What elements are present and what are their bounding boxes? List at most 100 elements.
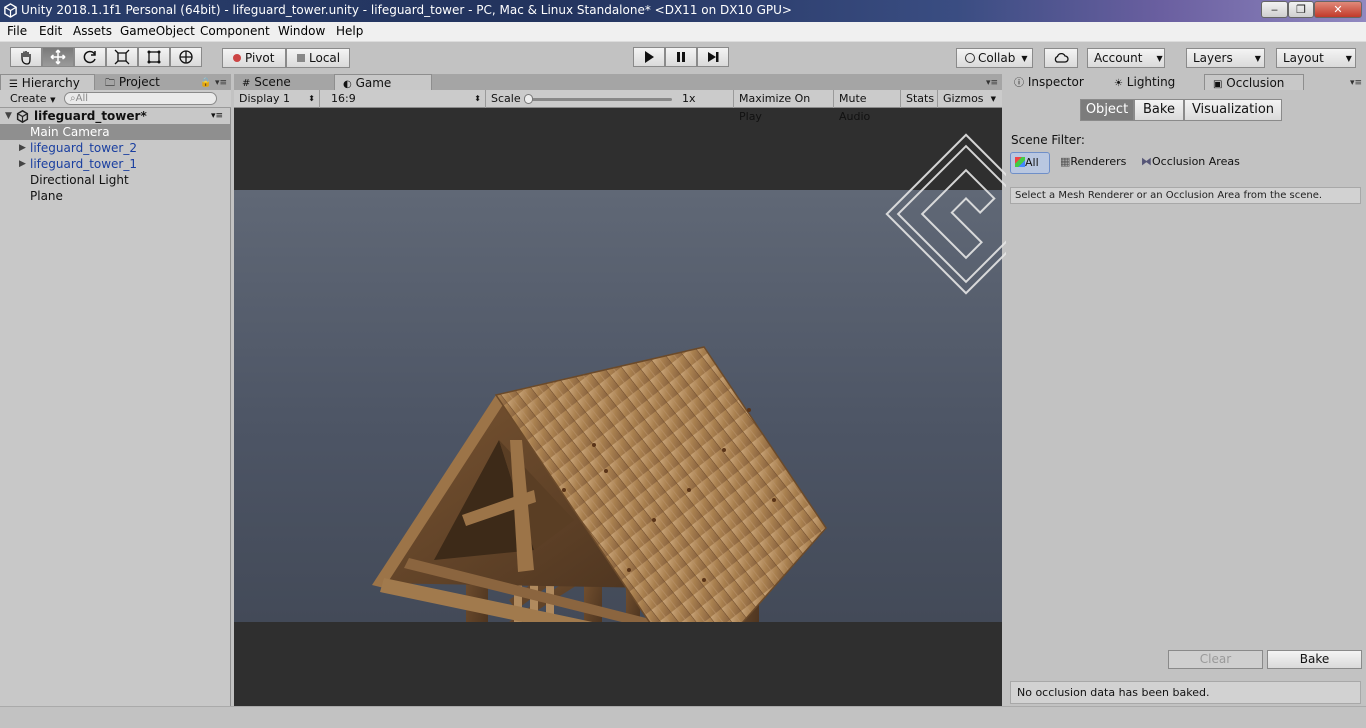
- layers-dropdown[interactable]: Layers ▼: [1186, 48, 1265, 68]
- unity-scene-icon: [16, 110, 29, 123]
- hierarchy-item-directional-light[interactable]: Directional Light: [0, 172, 231, 188]
- cloud-button[interactable]: [1044, 48, 1078, 68]
- hierarchy-item-plane[interactable]: Plane: [0, 188, 231, 204]
- filter-occlusion-areas-button[interactable]: ⧓Occlusion Areas: [1141, 152, 1249, 174]
- hierarchy-item-main-camera[interactable]: Main Camera: [0, 124, 231, 140]
- scene-options-icon[interactable]: ▾≡: [211, 108, 223, 124]
- move-arrows-icon: [50, 49, 66, 65]
- panel-menu-icon[interactable]: ▾≡: [215, 78, 227, 88]
- step-icon: [708, 52, 719, 62]
- pivot-button[interactable]: Pivot: [222, 48, 286, 68]
- stats-toggle[interactable]: Stats: [901, 90, 938, 108]
- bulb-icon: ☀: [1114, 78, 1123, 89]
- hierarchy-item-label: Plane: [30, 189, 63, 203]
- renderer-icon: ▦: [1060, 155, 1071, 168]
- local-button[interactable]: Local: [286, 48, 350, 68]
- rect-tool-button[interactable]: [138, 47, 170, 67]
- filter-occlusion-areas-label: Occlusion Areas: [1152, 155, 1240, 168]
- tab-game-label: Game: [355, 76, 392, 90]
- expand-arrow-icon[interactable]: ▶: [19, 156, 26, 172]
- layout-label: Layout: [1283, 51, 1324, 65]
- pivot-icon: [233, 54, 241, 62]
- step-button[interactable]: [697, 47, 729, 67]
- hierarchy-item-label: Main Camera: [30, 125, 110, 139]
- collab-check-icon: [965, 53, 975, 63]
- filter-all-button[interactable]: All: [1010, 152, 1050, 174]
- gizmos-label: Gizmos: [943, 92, 984, 105]
- tab-hierarchy-label: Hierarchy: [21, 76, 80, 90]
- occlusion-icon: ▣: [1213, 79, 1223, 90]
- gizmos-dropdown[interactable]: Gizmos ▼: [938, 90, 998, 108]
- cloud-icon: [1054, 52, 1069, 63]
- move-tool-button[interactable]: [42, 47, 74, 67]
- chevron-updown-icon: ⬍: [474, 94, 481, 103]
- create-dropdown[interactable]: Create ▼: [10, 92, 55, 106]
- hierarchy-search-input[interactable]: ⌕All: [64, 92, 217, 105]
- search-placeholder: All: [75, 93, 89, 104]
- rotate-tool-button[interactable]: [74, 47, 106, 67]
- expand-arrow-icon[interactable]: ▼: [5, 108, 12, 124]
- maximize-button[interactable]: ❐: [1288, 1, 1314, 18]
- lock-icon[interactable]: 🔒: [200, 78, 211, 88]
- scale-label: Scale: [491, 92, 521, 105]
- help-box: Select a Mesh Renderer or an Occlusion A…: [1010, 187, 1361, 204]
- hand-tool-button[interactable]: [10, 47, 42, 67]
- hierarchy-item-lifeguard-tower-2[interactable]: ▶ lifeguard_tower_2: [0, 140, 231, 156]
- chevron-down-icon: ▼: [1254, 53, 1261, 63]
- close-button[interactable]: ✕: [1314, 1, 1362, 18]
- scale-tool-button[interactable]: [106, 47, 138, 67]
- layers-label: Layers: [1193, 51, 1233, 65]
- display-dropdown[interactable]: Display 1 ⬍: [234, 90, 320, 108]
- filter-renderers-button[interactable]: ▦Renderers: [1060, 152, 1136, 174]
- scale-slider[interactable]: Scale 1x: [486, 90, 734, 108]
- occlusion-status: No occlusion data has been baked.: [1010, 681, 1361, 704]
- game-view-toolbar: Display 1 ⬍ 16:9 ⬍ Scale 1x Maximize On Pl…: [234, 90, 1002, 123]
- account-dropdown[interactable]: Account ▼: [1087, 48, 1165, 68]
- game-view-panel: Display 1 ⬍ 16:9 ⬍ Scale 1x Maximize On Pl…: [234, 90, 1047, 706]
- menu-file[interactable]: File: [7, 24, 27, 38]
- panel-menu-icon[interactable]: ▾≡: [986, 78, 998, 88]
- menu-window[interactable]: Window: [278, 24, 325, 38]
- menu-assets[interactable]: Assets: [73, 24, 112, 38]
- scale-slider-thumb[interactable]: [524, 94, 533, 104]
- transform-icon: [179, 50, 193, 64]
- collab-label: Collab: [978, 51, 1016, 65]
- pause-button[interactable]: [665, 47, 697, 67]
- segment-bake[interactable]: Bake: [1134, 99, 1184, 121]
- menu-component[interactable]: Component: [200, 24, 270, 38]
- display-label: Display 1: [239, 92, 291, 105]
- mute-audio-toggle[interactable]: Mute Audio: [834, 90, 901, 123]
- scale-slider-track[interactable]: [526, 98, 672, 101]
- rect-transform-icon: [147, 50, 161, 64]
- scale-icon: [114, 49, 130, 65]
- collab-dropdown[interactable]: Collab ▼: [956, 48, 1033, 68]
- expand-arrow-icon[interactable]: ▶: [19, 140, 26, 156]
- menu-edit[interactable]: Edit: [39, 24, 62, 38]
- bake-button[interactable]: Bake: [1267, 650, 1362, 669]
- transform-tool-button[interactable]: [170, 47, 202, 67]
- scene-root-row[interactable]: ▼ lifeguard_tower* ▾≡: [0, 108, 231, 124]
- play-icon: [645, 51, 654, 63]
- layout-dropdown[interactable]: Layout ▼: [1276, 48, 1356, 68]
- aspect-dropdown[interactable]: 16:9 ⬍: [326, 90, 486, 108]
- menu-help[interactable]: Help: [336, 24, 363, 38]
- tab-inspector-label: Inspector: [1027, 75, 1084, 89]
- minimize-button[interactable]: ‒: [1261, 1, 1288, 18]
- pacman-icon: ◐: [343, 79, 352, 90]
- maximize-on-play-toggle[interactable]: Maximize On Play: [734, 90, 834, 123]
- panel-menu-icon[interactable]: ▾≡: [1350, 78, 1362, 88]
- unity-logo-icon: [4, 3, 17, 18]
- chevron-down-icon: ▼: [1156, 53, 1163, 63]
- scene-filter-label: Scene Filter:: [1011, 133, 1085, 147]
- occlusion-area-icon: ⧓: [1141, 155, 1152, 168]
- scale-value: 1x: [682, 92, 696, 105]
- occlusion-panel: Object Bake Visualization Scene Filter: …: [1006, 90, 1366, 706]
- menu-gameobject[interactable]: GameObject: [120, 24, 195, 38]
- chevron-updown-icon: ⬍: [308, 94, 315, 103]
- clear-button[interactable]: Clear: [1168, 650, 1263, 669]
- tab-scene-label: Scene: [254, 75, 291, 89]
- segment-visualization[interactable]: Visualization: [1184, 99, 1282, 121]
- segment-object[interactable]: Object: [1080, 99, 1134, 121]
- hierarchy-item-lifeguard-tower-1[interactable]: ▶ lifeguard_tower_1: [0, 156, 231, 172]
- play-button[interactable]: [633, 47, 665, 67]
